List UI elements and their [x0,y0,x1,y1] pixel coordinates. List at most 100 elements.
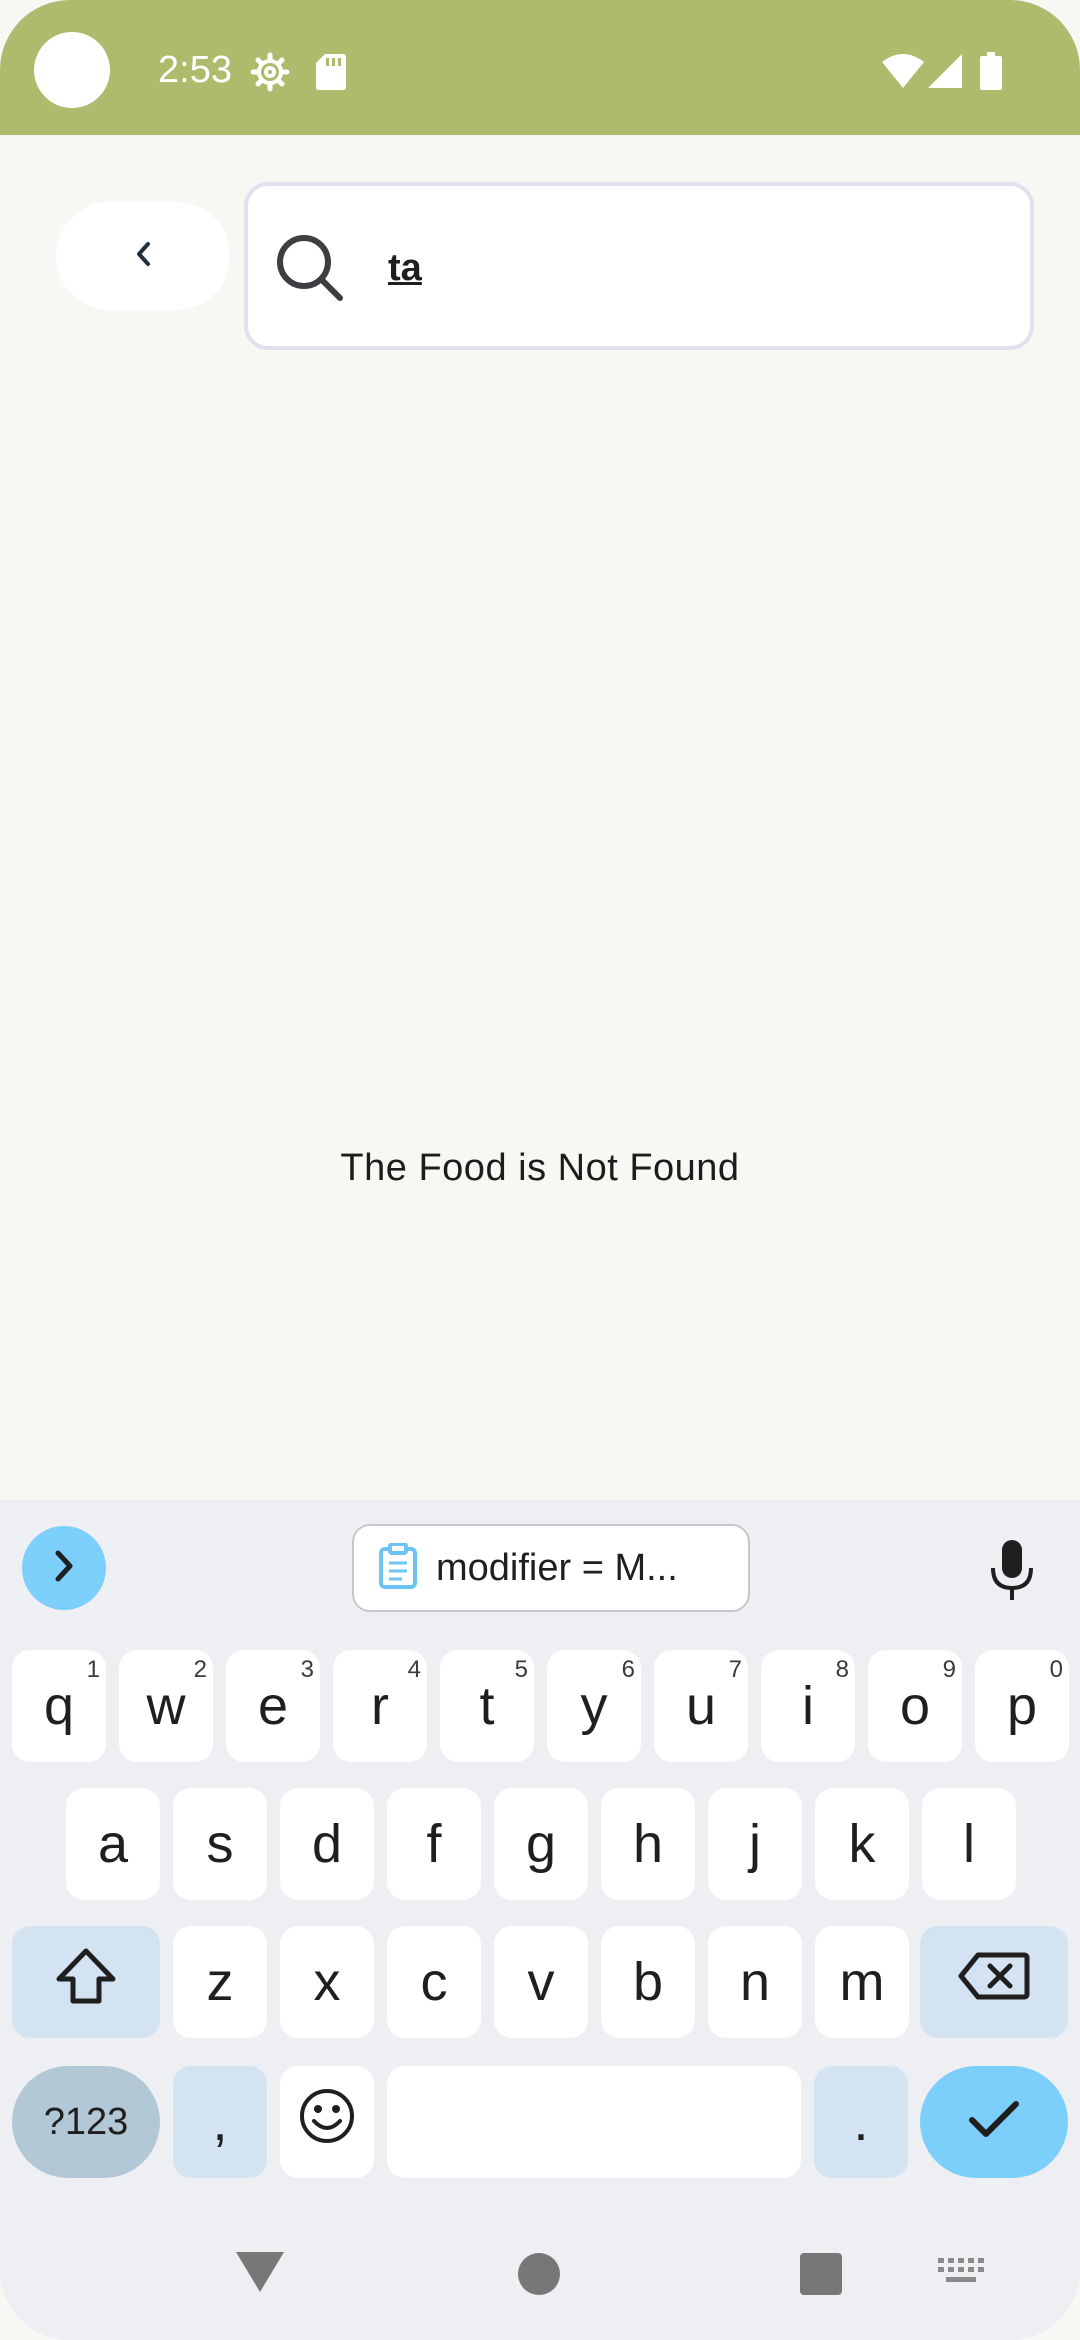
key-label: x [313,1952,341,2012]
cell-signal-icon [928,54,962,88]
key-label: . [853,2092,869,2152]
key-hint: 6 [621,1656,635,1683]
key-label: f [426,1814,442,1874]
key-b[interactable]: b [601,1926,695,2038]
key-s[interactable]: s [173,1788,267,1900]
key-a[interactable]: a [66,1788,160,1900]
key-label: m [839,1952,885,2012]
soft-keyboard: modifier = M... q1 w2 e3 r4 t5 y6 u7 i8 … [0,1500,1080,2340]
key-label: o [899,1676,931,1736]
key-k[interactable]: k [815,1788,909,1900]
key-p[interactable]: p0 [975,1650,1069,1762]
key-z[interactable]: z [173,1926,267,2038]
key-i[interactable]: i8 [761,1650,855,1762]
key-h[interactable]: h [601,1788,695,1900]
space-key[interactable] [387,2066,801,2178]
backspace-icon [958,1951,1030,2014]
key-label: e [257,1676,289,1736]
battery-icon [980,52,1002,90]
key-hint: 7 [728,1656,742,1683]
chevron-right-icon [51,1549,77,1588]
key-n[interactable]: n [708,1926,802,2038]
key-label: t [479,1676,495,1736]
key-label: q [43,1676,75,1736]
key-hint: 0 [1049,1656,1063,1683]
key-label: c [420,1952,448,2012]
key-hint: 5 [514,1656,528,1683]
emoji-key[interactable] [280,2066,374,2178]
key-label: a [97,1814,129,1874]
shift-icon [55,1947,117,2018]
key-label: y [580,1676,608,1736]
key-label: n [739,1952,771,2012]
key-f[interactable]: f [387,1788,481,1900]
camera-cutout [34,32,110,108]
key-r[interactable]: r4 [333,1650,427,1762]
search-icon [274,232,346,309]
done-key[interactable] [920,2066,1068,2178]
settings-gear-icon [250,52,290,92]
key-hint: 1 [86,1656,100,1683]
keyboard-expand-button[interactable] [22,1526,106,1610]
key-label: ?123 [43,2100,129,2143]
key-label: i [802,1676,814,1736]
key-t[interactable]: t5 [440,1650,534,1762]
key-label: s [206,1814,234,1874]
key-label: w [146,1676,186,1736]
key-j[interactable]: j [708,1788,802,1900]
key-v[interactable]: v [494,1926,588,2038]
key-e[interactable]: e3 [226,1650,320,1762]
key-x[interactable]: x [280,1926,374,2038]
chevron-left-icon [134,241,152,272]
shift-key[interactable] [12,1926,160,2038]
clipboard-suggestion-chip[interactable]: modifier = M... [352,1524,750,1612]
nav-back-icon[interactable] [234,2250,286,2299]
emoji-icon [298,2087,356,2158]
key-label: p [1006,1676,1038,1736]
keyboard-switch-icon[interactable] [938,2258,984,2293]
microphone-icon[interactable] [990,1540,1034,1607]
key-hint: 2 [193,1656,207,1683]
empty-state-message: The Food is Not Found [340,1147,740,1189]
back-button[interactable] [56,202,230,310]
key-label: l [963,1814,975,1874]
key-label: j [749,1814,761,1874]
backspace-key[interactable] [920,1926,1068,2038]
checkmark-icon [968,2091,1020,2153]
key-label: r [371,1676,389,1736]
search-field[interactable]: ta [244,182,1034,350]
key-label: , [212,2092,228,2152]
symbols-key[interactable]: ?123 [12,2066,160,2178]
key-label: d [311,1814,343,1874]
comma-key[interactable]: , [173,2066,267,2178]
status-time: 2:53 [158,49,232,91]
nav-recents-icon[interactable] [800,2253,842,2295]
key-y[interactable]: y6 [547,1650,641,1762]
key-g[interactable]: g [494,1788,588,1900]
key-m[interactable]: m [815,1926,909,2038]
key-l[interactable]: l [922,1788,1016,1900]
sd-card-icon [316,54,346,90]
key-q[interactable]: q1 [12,1650,106,1762]
key-o[interactable]: o9 [868,1650,962,1762]
key-label: z [206,1952,234,2012]
key-label: b [632,1952,664,2012]
period-key[interactable]: . [814,2066,908,2178]
clipboard-icon [378,1541,418,1594]
key-label: u [685,1676,717,1736]
key-u[interactable]: u7 [654,1650,748,1762]
key-d[interactable]: d [280,1788,374,1900]
search-input[interactable]: ta [388,244,422,292]
key-label: k [848,1814,876,1874]
key-hint: 4 [407,1656,421,1683]
key-w[interactable]: w2 [119,1650,213,1762]
key-c[interactable]: c [387,1926,481,2038]
key-hint: 3 [300,1656,314,1683]
wifi-icon [882,54,924,88]
nav-home-icon[interactable] [518,2253,560,2295]
clipboard-suggestion-text: modifier = M... [436,1546,678,1589]
status-bar: 2:53 [0,0,1080,135]
key-label: h [632,1814,664,1874]
key-label: v [527,1952,555,2012]
key-hint: 8 [835,1656,849,1683]
